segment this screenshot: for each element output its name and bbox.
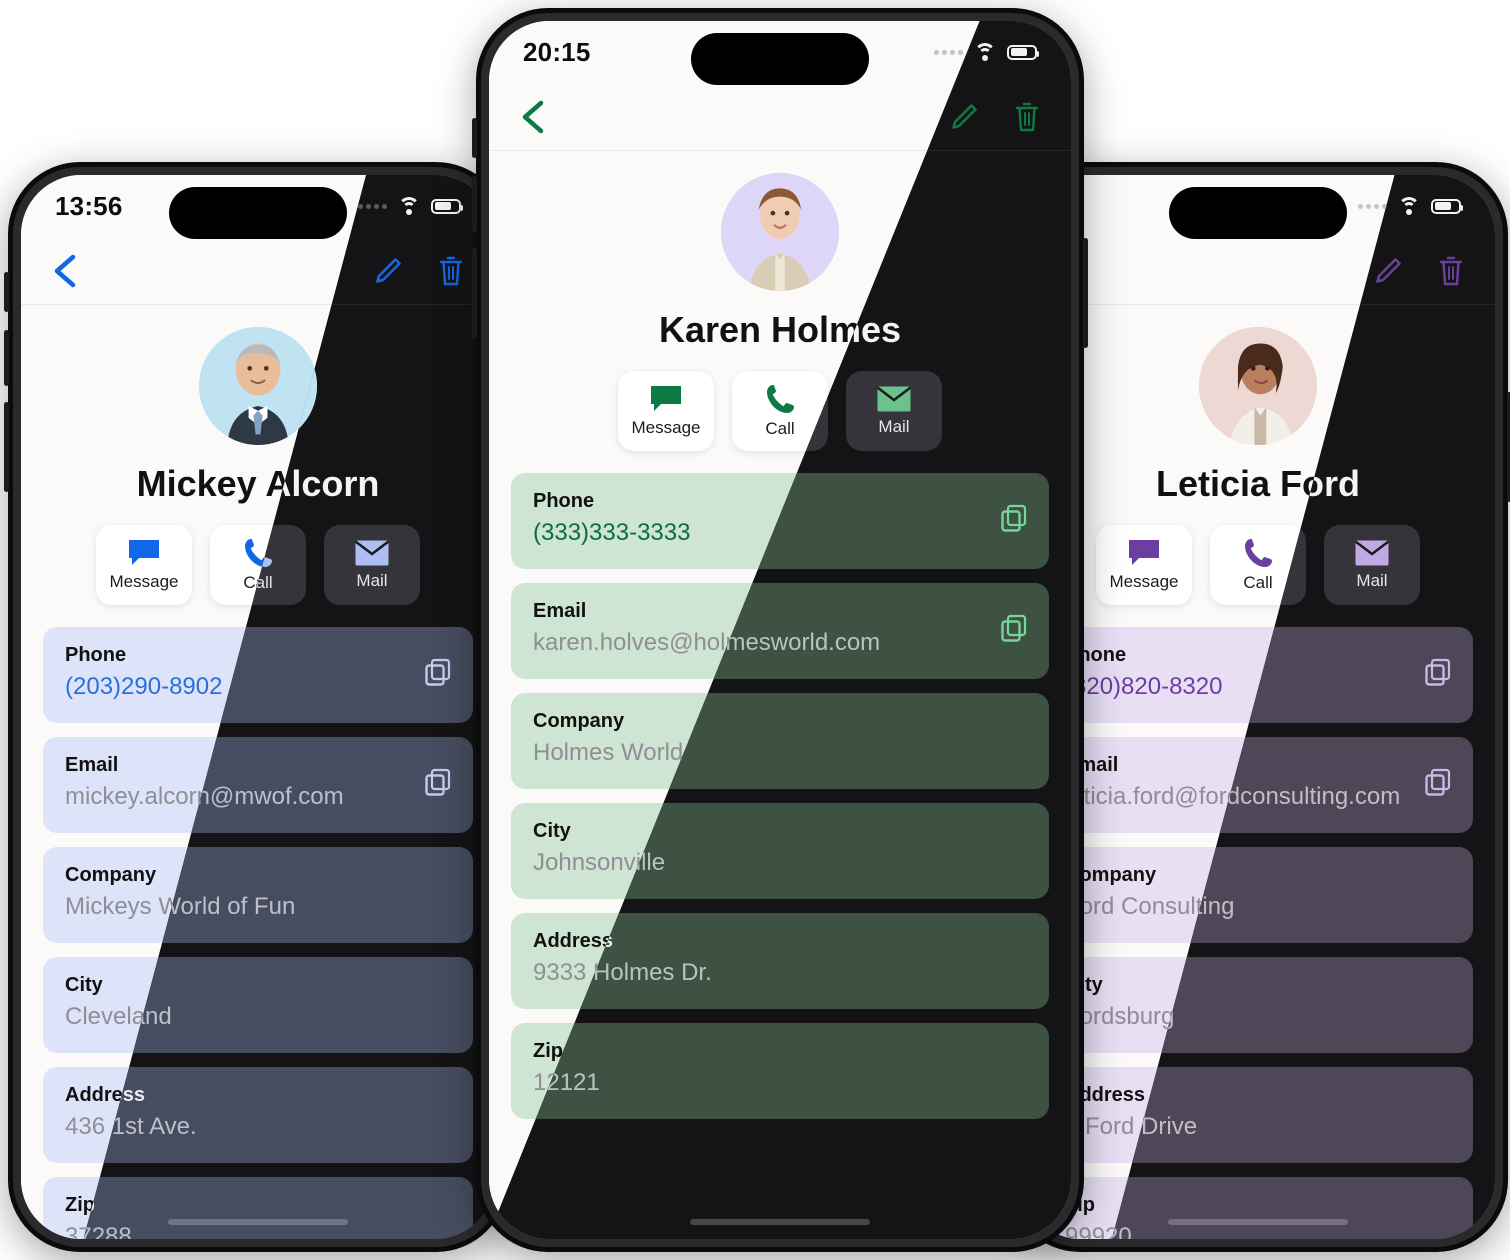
- home-indicator: [690, 1219, 870, 1225]
- wifi-icon: [973, 43, 997, 61]
- mail-button[interactable]: Mail: [846, 371, 942, 451]
- pencil-icon[interactable]: [949, 102, 979, 132]
- wifi-icon: [1397, 197, 1421, 215]
- copy-icon[interactable]: [1001, 504, 1027, 538]
- avatar: [721, 173, 839, 291]
- message-icon: [127, 538, 161, 568]
- volume-up-button[interactable]: [472, 176, 477, 232]
- field-row-zip[interactable]: Zip 12121: [511, 1023, 1049, 1119]
- status-time: 13:56: [55, 190, 123, 221]
- mail-button[interactable]: Mail: [1324, 525, 1420, 605]
- dynamic-island: [169, 187, 347, 239]
- call-button-label: Call: [1243, 573, 1273, 592]
- message-button[interactable]: Message: [618, 371, 714, 451]
- volume-up-button[interactable]: [4, 330, 9, 386]
- trash-icon[interactable]: [1013, 101, 1041, 133]
- copy-icon[interactable]: [1425, 658, 1451, 692]
- field-value-zip: 12121: [533, 1069, 600, 1096]
- message-icon: [1127, 538, 1161, 568]
- mail-button[interactable]: Mail: [324, 525, 420, 605]
- wifi-icon: [397, 197, 421, 215]
- copy-icon[interactable]: [425, 768, 451, 802]
- pencil-icon[interactable]: [1373, 256, 1403, 286]
- phone-left: 13:56 Mickey Alcorn Message Phone (203)2…: [4, 162, 512, 1252]
- battery-icon: [1007, 44, 1039, 60]
- phone-icon: [1242, 537, 1274, 569]
- home-indicator: [168, 1219, 348, 1225]
- message-button-label: Message: [1109, 572, 1179, 591]
- battery-icon: [431, 198, 463, 214]
- field-value-zip: 99920: [1106, 1223, 1451, 1239]
- phone-icon: [764, 383, 796, 415]
- field-value-address: 9333 Holmes Dr.: [533, 959, 712, 986]
- phone-mockup-stage: 13:56 Mickey Alcorn Message Phone (203)2…: [0, 0, 1510, 1260]
- volume-down-button[interactable]: [472, 248, 477, 338]
- pencil-icon[interactable]: [373, 256, 403, 286]
- field-value-zip: 37288: [65, 1223, 132, 1239]
- mute-switch[interactable]: [472, 118, 477, 158]
- field-value-address: 436 1st Ave.: [65, 1113, 197, 1140]
- trash-icon[interactable]: [437, 255, 465, 287]
- battery-icon: [1431, 198, 1463, 214]
- avatar: [1199, 327, 1317, 445]
- envelope-icon: [876, 385, 912, 413]
- envelope-icon: [354, 539, 390, 567]
- back-chevron-icon[interactable]: [519, 100, 545, 134]
- back-chevron-icon[interactable]: [51, 254, 77, 288]
- home-indicator: [1168, 1219, 1348, 1225]
- message-icon: [649, 384, 683, 414]
- phone-screen: 20:15 Karen Holmes Message Call Phone (3…: [489, 21, 1071, 1239]
- signal-dots-icon: [934, 49, 963, 55]
- field-label-zip: Zip: [533, 1040, 1027, 1063]
- trash-icon[interactable]: [1437, 255, 1465, 287]
- message-button[interactable]: Message: [1096, 525, 1192, 605]
- mail-button-label: Mail: [878, 417, 910, 436]
- copy-icon[interactable]: [425, 658, 451, 692]
- field-row-zip[interactable]: Zip 37288: [65, 1177, 473, 1239]
- mail-button-label: Mail: [1356, 571, 1388, 590]
- phone-center: 20:15 Karen Holmes Message Call Phone (3…: [472, 8, 1088, 1252]
- copy-icon[interactable]: [1001, 614, 1027, 648]
- mail-button-label: Mail: [356, 571, 388, 590]
- message-button[interactable]: Message: [96, 525, 192, 605]
- call-button-label: Call: [765, 419, 795, 438]
- status-time: 20:15: [523, 36, 591, 67]
- copy-icon[interactable]: [1425, 768, 1451, 802]
- phone-screen: 13:56 Mickey Alcorn Message Phone (203)2…: [21, 175, 495, 1239]
- phone-screen: 28 Leticia Ford Message: [1021, 175, 1495, 1239]
- power-button[interactable]: [1083, 238, 1088, 348]
- dynamic-island: [691, 33, 869, 85]
- volume-down-button[interactable]: [4, 402, 9, 492]
- signal-dots-icon: [1358, 203, 1387, 209]
- mute-switch[interactable]: [4, 272, 9, 312]
- signal-dots-icon: [358, 203, 387, 209]
- field-label-zip: Zip: [78, 1194, 451, 1217]
- dynamic-island: [1169, 187, 1347, 239]
- envelope-icon: [1354, 539, 1390, 567]
- message-button-label: Message: [631, 418, 701, 437]
- message-button-label: Message: [109, 572, 179, 591]
